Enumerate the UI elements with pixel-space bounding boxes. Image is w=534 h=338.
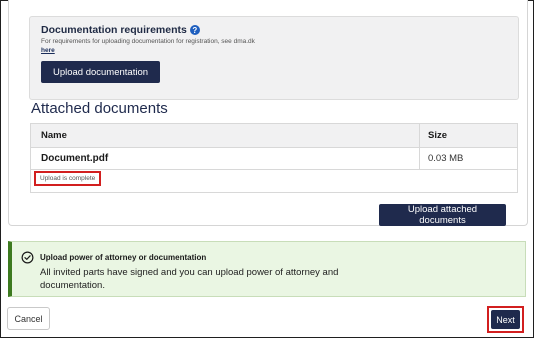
document-size: 0.03 MB (428, 153, 464, 164)
upload-notice: Upload power of attorney or documentatio… (8, 241, 526, 297)
notice-text: All invited parts have signed and you ca… (40, 267, 339, 291)
upload-documentation-button[interactable]: Upload documentation (41, 61, 160, 83)
help-icon[interactable]: ? (189, 25, 200, 35)
next-button[interactable]: Next (491, 310, 520, 329)
requirements-title: Documentation requirements ? (41, 24, 200, 36)
column-header-size: Size (428, 130, 448, 141)
notice-title: Upload power of attorney or documentatio… (40, 253, 207, 262)
cancel-button[interactable]: Cancel (7, 307, 50, 330)
requirements-text: For requirements for uploading documenta… (41, 38, 255, 45)
attached-documents-heading: Attached documents (31, 100, 168, 117)
column-header-name: Name (41, 130, 67, 141)
check-circle-icon (21, 251, 34, 264)
requirements-title-text: Documentation requirements (41, 24, 187, 36)
table-header: Name Size (31, 124, 517, 148)
next-button-highlight: Next (487, 306, 524, 333)
upload-status: Upload is complete (34, 171, 102, 186)
requirements-box: Documentation requirements ? For require… (29, 16, 519, 100)
documents-table: Name Size Document.pdf 0.03 MB Upload is… (30, 123, 518, 193)
requirements-link[interactable]: here (41, 47, 55, 54)
documents-card: Documentation requirements ? For require… (8, 0, 528, 226)
table-row: Document.pdf 0.03 MB (31, 148, 517, 170)
document-name[interactable]: Document.pdf (41, 153, 108, 164)
upload-attached-documents-button[interactable]: Upload attached documents (379, 204, 506, 226)
